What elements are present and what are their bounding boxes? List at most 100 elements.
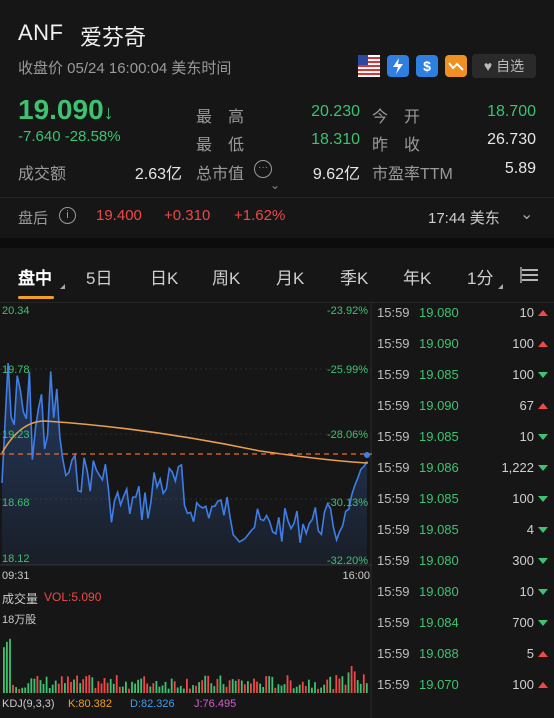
volume-bar bbox=[277, 684, 280, 693]
volume-bar bbox=[247, 681, 249, 693]
add-favorite-button[interactable]: ♥ 自选 bbox=[472, 54, 536, 78]
volume-bar bbox=[85, 676, 88, 693]
tab-monthly-k[interactable]: 月K bbox=[276, 264, 304, 289]
pe-value: 5.89 bbox=[504, 160, 536, 177]
volume-bar bbox=[338, 678, 341, 693]
volume-bar bbox=[198, 682, 200, 693]
trade-time: 15:59 bbox=[377, 336, 410, 351]
volume-bar bbox=[262, 687, 265, 693]
price-change: -7.640 -28.58% bbox=[18, 128, 121, 145]
down-triangle-icon bbox=[538, 496, 548, 502]
volume-bar bbox=[225, 686, 228, 693]
volume-bar bbox=[292, 688, 295, 693]
trade-price: 19.088 bbox=[419, 646, 459, 661]
trade-price: 19.070 bbox=[419, 677, 459, 692]
trade-time: 15:59 bbox=[377, 646, 410, 661]
volume-bar bbox=[353, 671, 356, 693]
volume-bars bbox=[3, 638, 368, 693]
tab-quarterly-k[interactable]: 季K bbox=[340, 264, 368, 289]
dollar-icon[interactable]: $ bbox=[416, 55, 438, 77]
turnover-label: 成交额 bbox=[18, 166, 67, 183]
volume-bar bbox=[265, 676, 268, 693]
y-axis-right-label: -30.13% bbox=[327, 497, 368, 509]
section-divider bbox=[0, 238, 554, 248]
lightning-icon[interactable] bbox=[387, 55, 409, 77]
volume-bar bbox=[48, 688, 51, 693]
open-label: 今 开 bbox=[372, 109, 421, 126]
volume-bar bbox=[189, 688, 191, 693]
down-triangle-icon bbox=[538, 465, 548, 471]
us-flag-icon[interactable] bbox=[358, 55, 380, 77]
trade-time: 15:59 bbox=[377, 491, 410, 506]
volume-bar bbox=[45, 676, 48, 693]
tab-daily-k[interactable]: 日K bbox=[150, 264, 178, 289]
y-axis-right-label: -32.20% bbox=[327, 555, 368, 567]
trade-volume: 100 bbox=[512, 491, 534, 506]
tab-1min[interactable]: 1分 bbox=[467, 264, 493, 289]
prev-close-value: 26.730 bbox=[487, 131, 536, 148]
volume-bar bbox=[344, 684, 347, 693]
volume-bar bbox=[314, 682, 316, 693]
chevron-down-icon[interactable]: ⌄ bbox=[520, 204, 533, 224]
after-hours-change-pct: +1.62% bbox=[234, 207, 286, 224]
volume-bar bbox=[60, 676, 63, 693]
market-status: 收盘价 05/24 16:00:04 美东时间 bbox=[18, 60, 232, 77]
trade-volume: 100 bbox=[512, 367, 534, 382]
volume-bar bbox=[280, 685, 283, 693]
y-axis-right-label: -25.99% bbox=[327, 364, 368, 376]
tab-intraday[interactable]: 盘中 bbox=[18, 264, 52, 289]
expand-chevron-icon[interactable]: ⌄ bbox=[270, 178, 280, 192]
volume-bar bbox=[12, 684, 14, 693]
intraday-chart[interactable]: 20.34 19.78 19.23 18.68 18.12 -23.92% -2… bbox=[0, 303, 372, 718]
volume-bar bbox=[134, 683, 136, 693]
trade-price: 19.080 bbox=[419, 553, 459, 568]
volume-bar bbox=[137, 679, 139, 693]
volume-bar bbox=[155, 681, 158, 693]
volume-bar bbox=[231, 679, 234, 693]
divider bbox=[0, 197, 554, 198]
trade-time: 15:59 bbox=[377, 460, 410, 475]
after-hours-change: +0.310 bbox=[164, 207, 211, 224]
tab-5day[interactable]: 5日 bbox=[86, 264, 112, 289]
tab-corner-icon bbox=[60, 284, 65, 289]
trade-row: 15:59 19.070 100 bbox=[373, 677, 554, 708]
trade-time: 15:59 bbox=[377, 367, 410, 382]
y-axis-right-label: -23.92% bbox=[327, 305, 368, 317]
up-triangle-icon bbox=[538, 341, 548, 347]
volume-bar bbox=[121, 686, 124, 693]
volume-bar bbox=[73, 679, 75, 693]
more-icon[interactable]: ··· bbox=[254, 160, 272, 178]
heart-icon: ♥ bbox=[483, 58, 493, 74]
info-icon[interactable]: i bbox=[59, 207, 76, 224]
trade-price: 19.080 bbox=[419, 305, 459, 320]
volume-bar bbox=[176, 687, 179, 693]
volume-bar bbox=[30, 678, 33, 693]
volume-bar bbox=[195, 685, 197, 693]
tab-yearly-k[interactable]: 年K bbox=[403, 264, 431, 289]
current-price-dot bbox=[364, 452, 370, 458]
volume-bar bbox=[274, 687, 277, 693]
volume-bar bbox=[9, 638, 11, 693]
volume-bar bbox=[164, 681, 167, 693]
volume-bar bbox=[91, 677, 94, 693]
trade-row: 15:59 19.088 5 bbox=[373, 646, 554, 677]
price-chart-svg bbox=[0, 303, 372, 718]
chart-settings-icon[interactable] bbox=[520, 266, 538, 289]
trade-volume: 67 bbox=[519, 398, 534, 413]
tab-weekly-k[interactable]: 周K bbox=[212, 264, 240, 289]
trade-row: 15:59 19.084 700 bbox=[373, 615, 554, 646]
volume-bar bbox=[118, 686, 121, 693]
trade-price: 19.080 bbox=[419, 584, 459, 599]
trade-volume: 700 bbox=[512, 615, 534, 630]
trade-row: 15:59 19.086 1,222 bbox=[373, 460, 554, 491]
volume-bar bbox=[170, 678, 173, 693]
down-arrow-icon: ↓ bbox=[103, 102, 114, 124]
volume-bar bbox=[350, 666, 353, 693]
volume-bar bbox=[192, 685, 194, 693]
volume-bar bbox=[100, 683, 103, 693]
tab-corner-icon bbox=[498, 284, 503, 289]
trend-icon[interactable] bbox=[445, 55, 467, 77]
volume-bar bbox=[33, 678, 36, 693]
volume-scale: 18万股 bbox=[2, 614, 37, 626]
volume-bar bbox=[42, 684, 45, 693]
